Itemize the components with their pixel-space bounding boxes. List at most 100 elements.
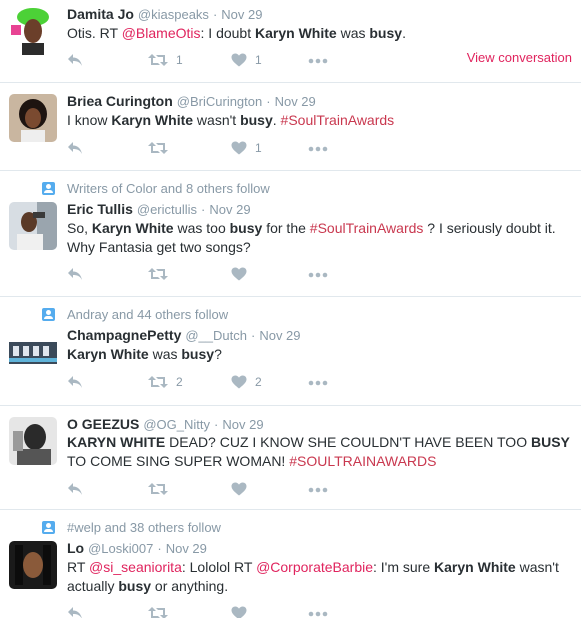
hashtag-link[interactable]: #SoulTrainAwards (281, 112, 395, 128)
tweet[interactable]: Writers of Color and 8 others follow Eri… (0, 171, 581, 297)
tweet[interactable]: #welp and 38 others follow Lo @Loski007 … (0, 510, 581, 618)
like-button[interactable]: 2 (231, 375, 262, 389)
username[interactable]: @OG_Nitty (143, 417, 210, 432)
fullname[interactable]: O GEEZUS (67, 416, 139, 432)
mention-link[interactable]: @BlameOtis (122, 25, 201, 41)
like-button[interactable] (231, 267, 247, 281)
tweet-actions (67, 482, 367, 498)
keyword-highlight: Karyn White (67, 346, 149, 362)
tweet[interactable]: O GEEZUS @OG_Nitty · Nov 29 KARYN WHITE … (0, 406, 581, 510)
avatar[interactable] (9, 417, 57, 465)
avatar[interactable] (9, 541, 57, 589)
like-button[interactable] (231, 606, 247, 618)
more-button[interactable] (308, 267, 328, 278)
keyword-highlight: BUSY (530, 434, 570, 450)
text-segment: : I doubt (200, 25, 255, 41)
tweet-text: KARYN WHITE DEAD? CUZ I KNOW SHE COULDN'… (67, 433, 575, 471)
like-button[interactable]: 1 (231, 53, 262, 67)
separator: · (157, 541, 162, 556)
text-segment: . (272, 112, 281, 128)
tweet[interactable]: Briea Curington @BriCurington · Nov 29 I… (0, 83, 581, 171)
separator: · (214, 417, 219, 432)
follow-context-text[interactable]: Writers of Color and 8 others follow (67, 181, 270, 196)
reply-icon (67, 375, 83, 389)
tweet-header: ChampagnePetty @__Dutch · Nov 29 (67, 327, 301, 345)
avatar[interactable] (9, 202, 57, 250)
tweet[interactable]: Damita Jo @kiaspeaks · Nov 29 Otis. RT @… (0, 0, 581, 83)
view-conversation-link[interactable]: View conversation (467, 50, 572, 65)
separator: · (266, 94, 271, 109)
more-button[interactable] (308, 375, 328, 386)
separator: · (250, 328, 256, 343)
tweet-text: So, Karyn White was too busy for the #So… (67, 219, 575, 257)
separator: · (212, 7, 218, 22)
username[interactable]: @kiaspeaks (138, 7, 209, 22)
avatar[interactable] (9, 7, 57, 55)
reply-icon (67, 141, 83, 155)
mention-link[interactable]: @CorporateBarbie (256, 559, 373, 575)
reply-button[interactable] (67, 267, 83, 281)
text-segment: DEAD? CUZ I KNOW SHE COULDN'T HAVE BEEN … (165, 434, 531, 450)
text-segment: : I'm sure (373, 559, 435, 575)
fullname[interactable]: Briea Curington (67, 93, 173, 109)
more-button[interactable] (308, 53, 328, 64)
like-count: 1 (255, 141, 262, 155)
more-button[interactable] (308, 482, 328, 493)
more-button[interactable] (308, 606, 328, 617)
heart-icon (231, 606, 247, 618)
retweet-icon (148, 141, 168, 155)
reply-button[interactable] (67, 482, 83, 496)
retweet-button[interactable] (148, 606, 168, 618)
timestamp[interactable]: Nov 29 (222, 417, 263, 432)
username[interactable]: @erictullis (137, 202, 197, 217)
username[interactable]: @BriCurington (177, 94, 262, 109)
reply-button[interactable] (67, 53, 83, 67)
follow-context-text[interactable]: Andray and 44 others follow (67, 307, 228, 322)
more-dots-icon (308, 487, 328, 493)
hashtag-link[interactable]: #SoulTrainAwards (310, 220, 424, 236)
follow-context: Writers of Color and 8 others follow (42, 180, 270, 196)
retweet-button[interactable] (148, 482, 168, 496)
username[interactable]: @__Dutch (185, 328, 247, 343)
keyword-highlight: busy (118, 578, 152, 594)
hashtag-link[interactable]: #SOULTRAINAWARDS (289, 453, 436, 469)
fullname[interactable]: ChampagnePetty (67, 327, 181, 343)
retweet-button[interactable] (148, 267, 168, 281)
text-segment: was too (173, 220, 230, 236)
text-segment: I know (67, 112, 112, 128)
tweet-actions: 22 (67, 375, 367, 391)
like-count: 1 (255, 53, 262, 67)
like-button[interactable] (231, 482, 247, 496)
avatar[interactable] (9, 94, 57, 142)
follow-context-text[interactable]: #welp and 38 others follow (67, 520, 221, 535)
reply-button[interactable] (67, 375, 83, 389)
keyword-highlight: Karyn White (255, 25, 337, 41)
reply-icon (67, 606, 83, 618)
reply-icon (67, 53, 83, 67)
more-button[interactable] (308, 141, 328, 152)
retweet-button[interactable]: 1 (148, 53, 183, 67)
more-dots-icon (308, 58, 328, 64)
timestamp[interactable]: Nov 29 (209, 202, 250, 217)
like-button[interactable]: 1 (231, 141, 262, 155)
fullname[interactable]: Eric Tullis (67, 201, 133, 217)
username[interactable]: @Loski007 (88, 541, 153, 556)
more-dots-icon (308, 611, 328, 617)
tweet[interactable]: Andray and 44 others follow ChampagnePet… (0, 297, 581, 406)
timestamp[interactable]: Nov 29 (221, 7, 262, 22)
reply-button[interactable] (67, 141, 83, 155)
retweet-button[interactable] (148, 141, 168, 155)
keyword-highlight: KARYN WHITE (67, 434, 166, 450)
avatar[interactable] (9, 328, 57, 376)
mention-link[interactable]: @si_seaniorita (89, 559, 182, 575)
text-segment: . (402, 25, 406, 41)
fullname[interactable]: Damita Jo (67, 6, 134, 22)
reply-button[interactable] (67, 606, 83, 618)
timestamp[interactable]: Nov 29 (166, 541, 207, 556)
follow-context: Andray and 44 others follow (42, 306, 228, 322)
timestamp[interactable]: Nov 29 (259, 328, 300, 343)
retweet-button[interactable]: 2 (148, 375, 183, 389)
fullname[interactable]: Lo (67, 540, 84, 556)
timestamp[interactable]: Nov 29 (275, 94, 316, 109)
more-dots-icon (308, 272, 328, 278)
